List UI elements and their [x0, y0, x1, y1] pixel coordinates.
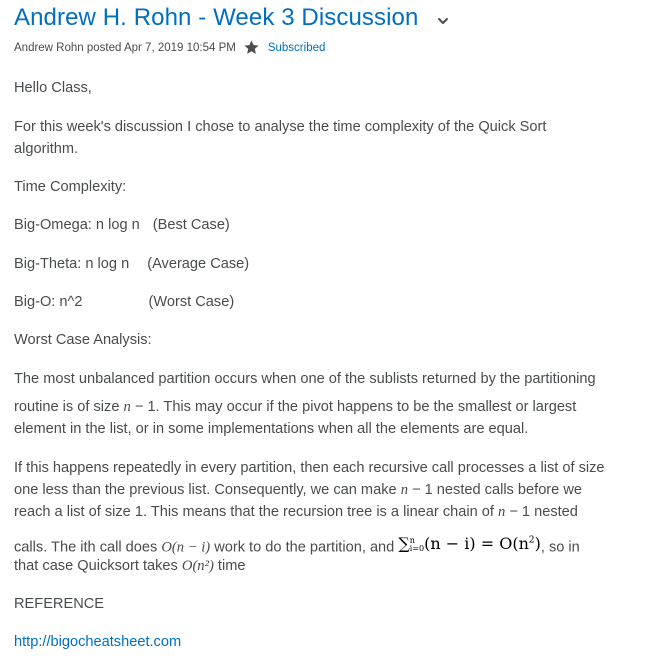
reference-heading: REFERENCE [14, 596, 105, 612]
big-omega-label: Big-Omega: n log n [14, 217, 140, 233]
para2-line-4-b: work to do the partition, and [210, 539, 399, 556]
discussion-post: Andrew H. Rohn - Week 3 Discussion Andre… [0, 0, 660, 661]
para2-line-5-on2: O(n²) [181, 558, 214, 574]
formula-lower-limit: i=0 [409, 543, 425, 553]
para2-line-3: reach a list of size 1. This means that … [14, 501, 578, 523]
para2-line-5: that case Quicksort takes O(n²) time [14, 555, 245, 577]
para2-line-4-a: calls. The ith call does [14, 539, 162, 556]
big-o-line: Big-O: n^2 (Worst Case) [14, 291, 234, 313]
greeting: Hello Class, [14, 80, 92, 96]
chevron-down-icon[interactable] [436, 14, 450, 28]
star-icon[interactable] [243, 39, 260, 56]
para1-line-2: routine is of size n − 1. This may occur… [14, 396, 576, 418]
para2-line-5-b: time [213, 558, 246, 574]
post-title[interactable]: Andrew H. Rohn - Week 3 Discussion [14, 4, 418, 32]
formula-body: (n − i) = O(n [424, 534, 529, 554]
formula-sum-symbol: ∑ [398, 534, 410, 554]
para1-line-2-b: − 1. This may occur if the pivot happens… [130, 399, 577, 415]
para1-line-3: element in the list, or in some implemen… [14, 421, 529, 437]
para1-line-2-n: n [123, 399, 131, 415]
reference-link[interactable]: http://bigocheatsheet.com [14, 631, 181, 653]
post-byline: Andrew Rohn posted Apr 7, 2019 10:54 PM [14, 41, 236, 54]
summation-formula: ∑n i=0(n − i) = O(n2) [398, 534, 541, 553]
formula-close: ) [534, 534, 541, 554]
post-meta: Andrew Rohn posted Apr 7, 2019 10:54 PM … [14, 39, 325, 56]
para2-line-2-a: one less than the previous list. Consequ… [14, 482, 401, 498]
big-o-label: Big-O: n^2 [14, 294, 83, 310]
para1-line-1: The most unbalanced partition occurs whe… [14, 371, 596, 387]
para1-line-2-a: routine is of size [14, 399, 124, 415]
para2-line-1: If this happens repeatedly in every part… [14, 460, 605, 476]
para2-line-2-n: n [400, 482, 408, 498]
para2-line-4-c: , so in [540, 539, 580, 556]
para2-line-2-b: − 1 nested calls before we [407, 482, 582, 498]
time-complexity-heading: Time Complexity: [14, 179, 127, 195]
para2-line-5-a: that case Quicksort takes [14, 558, 182, 574]
para2-line-2: one less than the previous list. Consequ… [14, 479, 582, 501]
subscribed-link[interactable]: Subscribed [268, 42, 326, 54]
big-theta-line: Big-Theta: n log n (Average Case) [14, 253, 249, 275]
big-omega-case: (Best Case) [152, 217, 230, 233]
post-header: Andrew H. Rohn - Week 3 Discussion [14, 4, 450, 32]
big-omega-line: Big-Omega: n log n (Best Case) [14, 214, 230, 236]
intro-line-1: For this week's discussion I chose to an… [14, 119, 547, 135]
big-theta-label: Big-Theta: n log n [14, 256, 130, 272]
para2-line-3-a: reach a list of size 1. This means that … [14, 504, 498, 520]
para2-line-4-on: O(n − i) [161, 539, 211, 556]
reference-url[interactable]: http://bigocheatsheet.com [14, 634, 181, 650]
big-theta-case: (Average Case) [147, 256, 250, 272]
formula-limits: n i=0 [409, 536, 425, 553]
big-o-case: (Worst Case) [148, 294, 235, 310]
para2-line-3-b: − 1 nested [505, 504, 578, 520]
intro-line-2: algorithm. [14, 141, 79, 157]
worst-case-heading: Worst Case Analysis: [14, 332, 152, 348]
